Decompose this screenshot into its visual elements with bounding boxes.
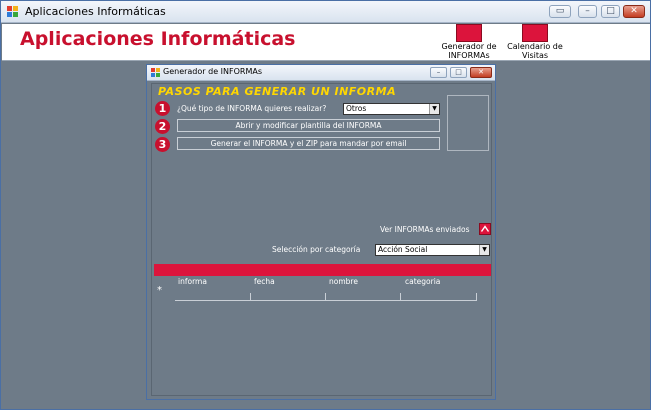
close-button[interactable]: ✕ bbox=[623, 5, 645, 18]
app-header: Aplicaciones Informáticas Generador de I… bbox=[2, 24, 650, 61]
child-window-title: Generador de INFORMAs bbox=[163, 67, 262, 76]
category-value: Acción Social bbox=[378, 245, 428, 254]
category-select[interactable]: Acción Social ▼ bbox=[375, 244, 490, 256]
step-1-badge: 1 bbox=[155, 101, 170, 116]
new-row-marker: * bbox=[157, 285, 162, 296]
app-icon bbox=[7, 6, 19, 18]
generador-label-1: Generador de bbox=[441, 42, 497, 51]
child-app-icon bbox=[151, 68, 160, 77]
category-label: Selección por categoría bbox=[272, 245, 361, 254]
generador-square-icon bbox=[456, 24, 482, 42]
window-title: Aplicaciones Informáticas bbox=[25, 5, 166, 18]
category-chevron-down-icon[interactable]: ▼ bbox=[479, 245, 489, 255]
steps-panel: PASOS PARA GENERAR UN INFORMA 1 ¿Qué tip… bbox=[151, 83, 492, 396]
informa-type-value: Otros bbox=[346, 104, 367, 113]
chevron-up-icon bbox=[480, 225, 490, 232]
calendario-square-icon bbox=[522, 24, 548, 42]
column-informa[interactable]: informa bbox=[178, 277, 207, 286]
child-maximize-button[interactable]: □ bbox=[450, 67, 467, 78]
child-minimize-button[interactable]: – bbox=[430, 67, 447, 78]
column-nombre[interactable]: nombre bbox=[329, 277, 358, 286]
minimize-button[interactable]: ▭ bbox=[549, 5, 571, 18]
table-header-bar bbox=[154, 264, 491, 276]
expand-sent-button[interactable] bbox=[479, 223, 491, 235]
preview-box bbox=[447, 95, 489, 151]
generador-informas-button[interactable]: Generador de INFORMAs bbox=[434, 24, 504, 60]
steps-heading: PASOS PARA GENERAR UN INFORMA bbox=[158, 85, 397, 98]
calendario-visitas-button[interactable]: Calendario de Visitas bbox=[500, 24, 570, 60]
sent-informas-label: Ver INFORMAs enviados bbox=[380, 225, 470, 234]
cell-categoria[interactable] bbox=[401, 293, 477, 301]
column-categoria[interactable]: categoria bbox=[405, 277, 440, 286]
child-close-button[interactable]: ✕ bbox=[470, 67, 492, 78]
generador-window: Generador de INFORMAs – □ ✕ PASOS PARA G… bbox=[146, 64, 496, 400]
calendario-label-2: Visitas bbox=[521, 51, 549, 60]
chevron-down-icon[interactable]: ▼ bbox=[429, 104, 439, 114]
child-title-bar: Generador de INFORMAs – □ ✕ bbox=[147, 65, 495, 81]
generador-label-2: INFORMAs bbox=[448, 51, 490, 60]
step-2-badge: 2 bbox=[155, 119, 170, 134]
maximize-button[interactable]: □ bbox=[601, 5, 620, 18]
title-bar: Aplicaciones Informáticas ▭ – □ ✕ bbox=[1, 1, 650, 23]
column-fecha[interactable]: fecha bbox=[254, 277, 275, 286]
cell-nombre[interactable] bbox=[326, 293, 401, 301]
minimize-icon-button[interactable]: – bbox=[578, 5, 597, 18]
app-title: Aplicaciones Informáticas bbox=[20, 28, 296, 50]
cell-informa[interactable] bbox=[175, 293, 251, 301]
informa-type-select[interactable]: Otros ▼ bbox=[343, 103, 440, 115]
step-1-label: ¿Qué tipo de INFORMA quieres realizar? bbox=[177, 104, 327, 113]
step-3-badge: 3 bbox=[155, 137, 170, 152]
main-window: Aplicaciones Informáticas ▭ – □ ✕ Aplica… bbox=[0, 0, 651, 410]
calendario-label-1: Calendario de bbox=[507, 42, 563, 51]
cell-fecha[interactable] bbox=[251, 293, 326, 301]
generate-zip-button[interactable]: Generar el INFORMA y el ZIP para mandar … bbox=[177, 137, 440, 150]
open-template-button[interactable]: Abrir y modificar plantilla del INFORMA bbox=[177, 119, 440, 132]
